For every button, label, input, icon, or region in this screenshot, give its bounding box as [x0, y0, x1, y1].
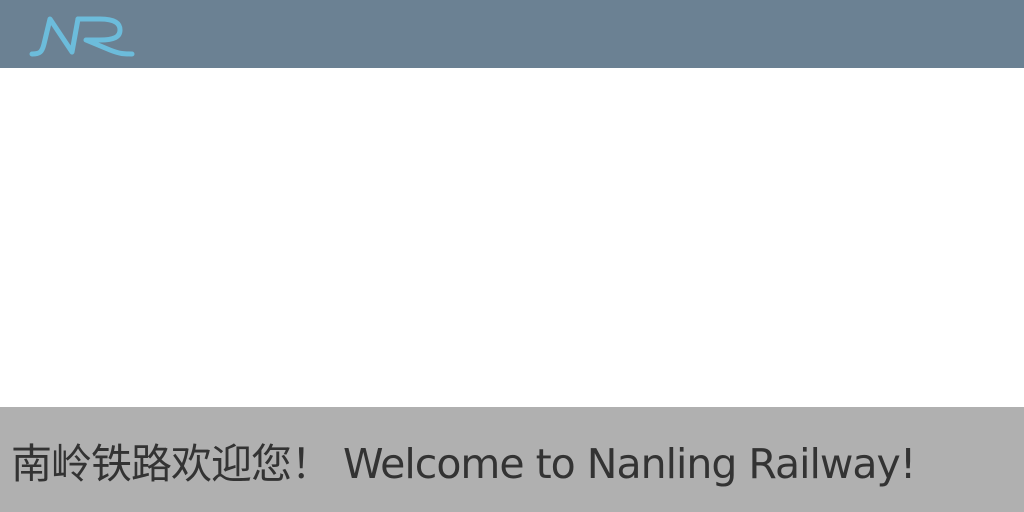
- nr-logo-icon: [29, 16, 135, 57]
- app-window: 南岭铁路欢迎您！ Welcome to Nanling Railway!: [0, 0, 1024, 512]
- welcome-banner: 南岭铁路欢迎您！ Welcome to Nanling Railway!: [0, 407, 1024, 512]
- top-bar: [0, 0, 1024, 68]
- main-content-area: [0, 68, 1024, 407]
- welcome-message: 南岭铁路欢迎您！ Welcome to Nanling Railway!: [11, 440, 916, 488]
- nr-logo: [26, 8, 138, 60]
